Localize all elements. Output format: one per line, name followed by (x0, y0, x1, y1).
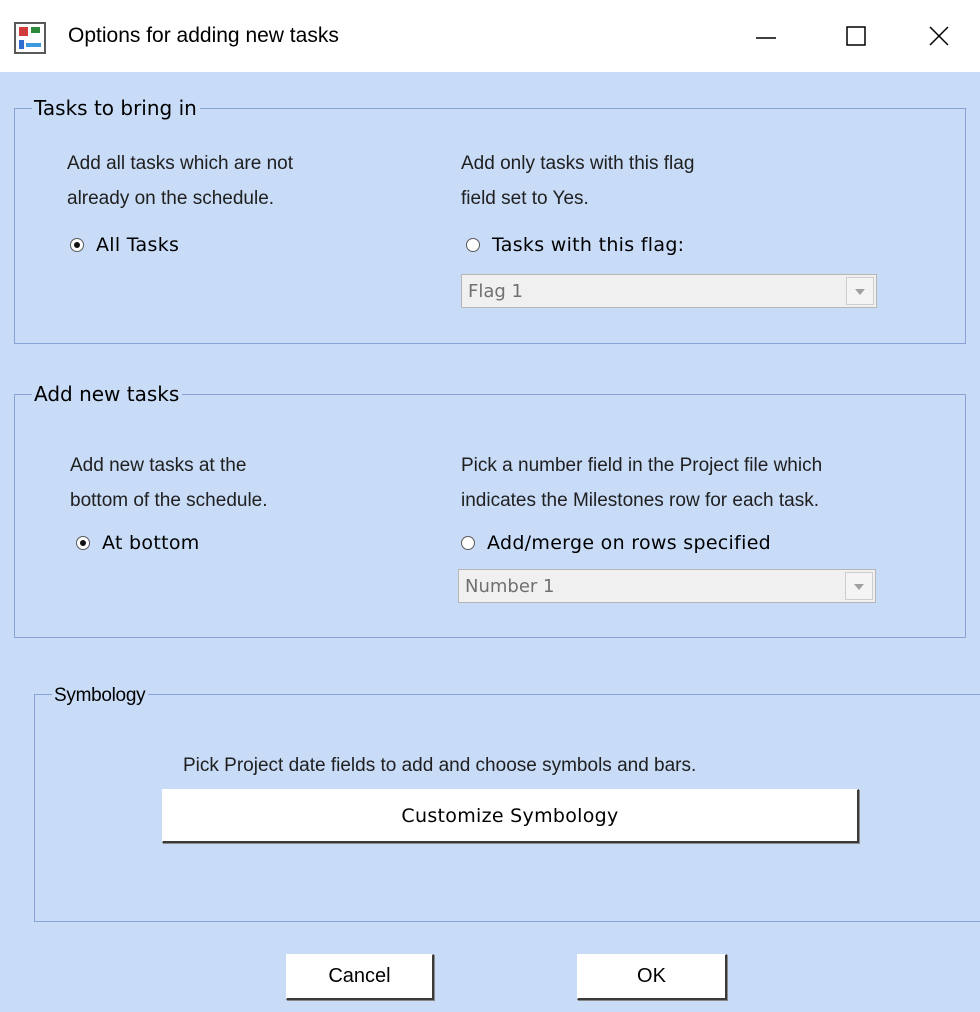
minimize-icon (756, 37, 776, 39)
window-title: Options for adding new tasks (68, 24, 339, 47)
close-icon (929, 26, 949, 46)
all-tasks-description: Add all tasks which are not already on t… (67, 153, 294, 209)
cancel-button[interactable]: Cancel (286, 954, 434, 1000)
app-project-icon (14, 22, 46, 54)
customize-symbology-button[interactable]: Customize Symbology (162, 789, 859, 843)
symbology-description: Pick Project date fields to add and choo… (183, 755, 697, 776)
chevron-down-icon[interactable] (845, 572, 873, 600)
rows-specified-radio-label: Add/merge on rows specified (487, 532, 772, 554)
minimize-button[interactable] (720, 0, 812, 72)
flag-tasks-description: Add only tasks with this flag field set … (461, 153, 695, 209)
at-bottom-radio-label: At bottom (102, 532, 200, 554)
ok-button[interactable]: OK (577, 954, 727, 1000)
flag-tasks-radio[interactable]: Tasks with this flag: (466, 234, 684, 256)
at-bottom-radio-indicator[interactable] (76, 536, 90, 550)
flag-tasks-radio-indicator[interactable] (466, 238, 480, 252)
number-select[interactable]: Number 1 (458, 569, 876, 603)
all-tasks-radio-label: All Tasks (96, 234, 180, 256)
tasks-group-legend: Tasks to bring in (32, 96, 200, 120)
flag-select-value: Flag 1 (468, 281, 523, 302)
maximize-icon (846, 26, 866, 46)
all-tasks-radio[interactable]: All Tasks (70, 234, 179, 256)
maximize-button[interactable] (810, 0, 902, 72)
chevron-down-icon[interactable] (846, 277, 874, 305)
at-bottom-description: Add new tasks at the bottom of the sched… (70, 455, 268, 511)
title-bar: Options for adding new tasks (0, 0, 980, 72)
at-bottom-radio[interactable]: At bottom (76, 532, 200, 554)
number-select-value: Number 1 (465, 576, 555, 597)
tasks-to-bring-in-group (14, 108, 966, 344)
all-tasks-radio-indicator[interactable] (70, 238, 84, 252)
close-button[interactable] (893, 0, 980, 72)
rows-specified-description: Pick a number field in the Project file … (461, 455, 823, 511)
add-group-legend: Add new tasks (32, 382, 183, 406)
flag-select[interactable]: Flag 1 (461, 274, 877, 308)
rows-specified-radio[interactable]: Add/merge on rows specified (461, 532, 771, 554)
rows-specified-radio-indicator[interactable] (461, 536, 475, 550)
flag-tasks-radio-label: Tasks with this flag: (492, 234, 685, 256)
symbology-group-legend: Symbology (52, 684, 149, 708)
